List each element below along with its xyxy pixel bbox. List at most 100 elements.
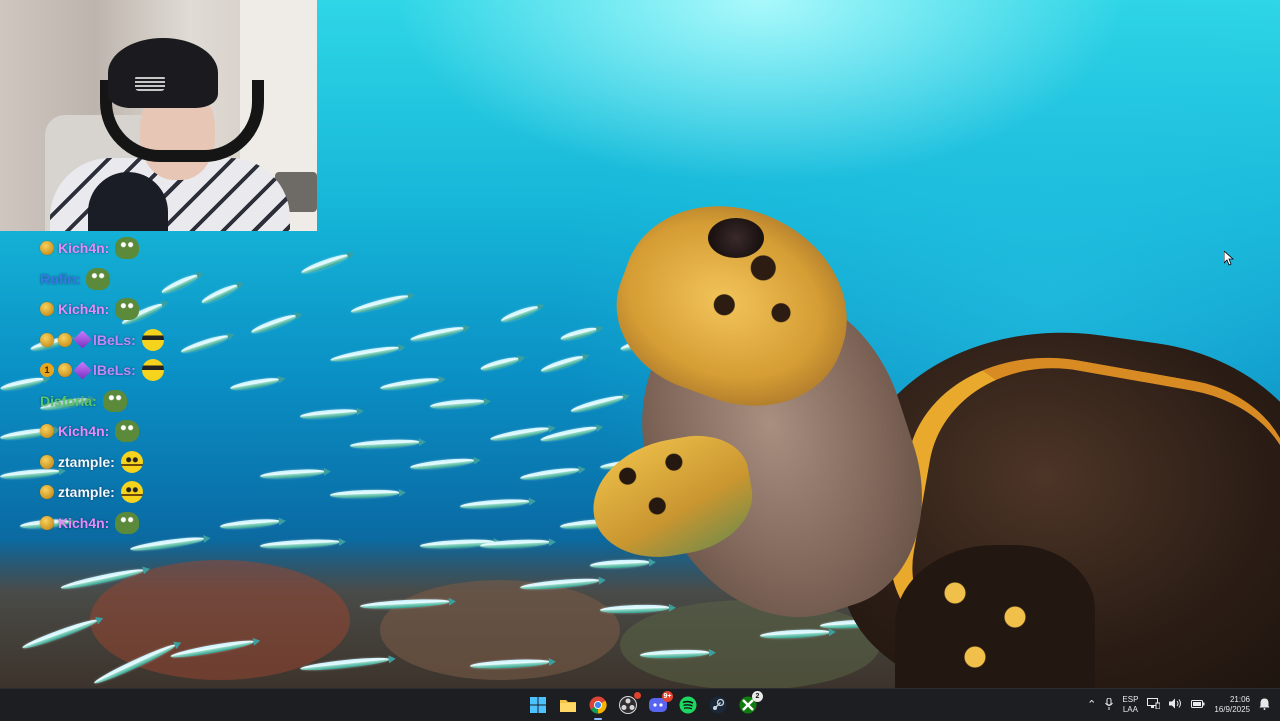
sunglasses-emote-icon	[141, 359, 164, 382]
windows-logo-icon	[530, 697, 546, 713]
notification-bell-icon[interactable]	[1259, 698, 1270, 713]
frog-emote-icon	[102, 389, 127, 412]
chat-username: Kich4n:	[58, 514, 110, 531]
gold-badge-icon	[40, 515, 54, 530]
fish	[569, 393, 626, 415]
fish	[429, 397, 486, 411]
chevron-up-icon[interactable]: ⌃	[1087, 699, 1096, 711]
coral	[620, 600, 880, 688]
keyboard-layout: LAA	[1122, 705, 1138, 714]
chat-username: lBeLs:	[93, 362, 136, 379]
fish	[0, 375, 46, 393]
chat-message: Kich4n:	[40, 416, 260, 447]
fish	[459, 497, 531, 511]
chat-username: Kich4n:	[58, 301, 110, 318]
turtle-eye	[708, 218, 764, 258]
taskbar-apps: 9+ 2	[526, 691, 763, 720]
chat-username: Disforia:	[40, 392, 97, 409]
fish	[329, 488, 401, 500]
frog-emote-icon	[115, 511, 140, 534]
language-code: ESP	[1122, 695, 1139, 704]
battery-icon[interactable]	[1191, 699, 1205, 712]
fish	[409, 324, 466, 344]
chat-username: ztample:	[58, 484, 115, 501]
steam-icon	[709, 696, 727, 714]
webcam-overlay	[0, 0, 317, 231]
face-emote-icon	[120, 450, 143, 473]
chat-username: ztample:	[58, 453, 115, 470]
steam-button[interactable]	[706, 694, 730, 716]
fish	[499, 303, 541, 325]
microphone-icon[interactable]	[1105, 697, 1114, 713]
fish	[300, 251, 350, 277]
stream-chat-overlay: Kich4n: Rofin: Kich4n: lBeLs: 1 lBeLs: Disfori…	[40, 233, 260, 538]
chat-username: Kich4n:	[58, 240, 110, 257]
folder-icon	[560, 699, 576, 712]
fish	[299, 407, 359, 421]
obs-recording-badge	[634, 692, 641, 699]
chat-message: ztample:	[40, 447, 260, 478]
discord-button[interactable]: 9+	[646, 691, 673, 716]
frog-emote-icon	[115, 420, 140, 443]
clock-date: 16/9/2025	[1214, 705, 1250, 714]
rank-badge-icon: 1	[40, 363, 54, 378]
fish	[479, 354, 521, 374]
file-explorer-button[interactable]	[556, 694, 580, 716]
gold-badge-icon	[58, 332, 72, 347]
gold-badge-icon	[40, 424, 54, 439]
network-icon[interactable]	[1147, 698, 1161, 712]
obs-icon	[619, 696, 637, 714]
system-tray: ⌃ ESP LAA 21:06 16/9/2025	[1087, 689, 1280, 721]
spotify-button[interactable]	[676, 694, 700, 716]
chat-message: Disforia:	[40, 386, 260, 417]
gold-badge-icon	[40, 454, 54, 469]
discord-notification-badge: 9+	[662, 691, 673, 702]
spotify-icon	[679, 696, 697, 714]
fish	[539, 353, 586, 375]
fish	[259, 467, 326, 481]
chat-message: Kich4n:	[40, 294, 260, 325]
xbox-button[interactable]: 2	[736, 691, 763, 716]
chat-username: Rofin:	[40, 270, 81, 287]
fish	[349, 438, 421, 450]
beanie-hat	[108, 38, 218, 108]
turtle-rear-flipper	[895, 545, 1095, 688]
fish	[379, 375, 441, 393]
beanie-logo	[135, 75, 165, 91]
chat-message: lBeLs:	[40, 325, 260, 356]
frog-emote-icon	[115, 298, 140, 321]
frog-emote-icon	[86, 267, 111, 290]
fish	[409, 456, 476, 472]
fish	[519, 465, 581, 483]
input-language[interactable]: ESP LAA	[1122, 695, 1138, 715]
xbox-notification-badge: 2	[752, 691, 763, 702]
volume-icon[interactable]	[1169, 698, 1182, 712]
chat-message: 1 lBeLs:	[40, 355, 260, 386]
chat-username: lBeLs:	[93, 331, 136, 348]
chat-username: Kich4n:	[58, 423, 110, 440]
gold-badge-icon	[40, 332, 54, 347]
chat-message: Rofin:	[40, 264, 260, 295]
gold-badge-icon	[40, 485, 54, 500]
fish	[349, 292, 411, 316]
frog-emote-icon	[115, 237, 140, 260]
sunglasses-emote-icon	[141, 328, 164, 351]
taskbar: 9+ 2 ⌃ ESP LAA 21:06 16/9/2025	[0, 688, 1280, 721]
gold-badge-icon	[40, 302, 54, 317]
start-button[interactable]	[526, 694, 550, 716]
clock[interactable]: 21:06 16/9/2025	[1214, 695, 1250, 715]
chat-message: Kich4n:	[40, 233, 260, 264]
gold-badge-icon	[40, 241, 54, 256]
chat-message: ztample:	[40, 477, 260, 508]
obs-button[interactable]	[616, 692, 641, 716]
chrome-button[interactable]	[586, 694, 610, 720]
gold-badge-icon	[58, 363, 72, 378]
clock-time: 21:06	[1229, 695, 1250, 704]
sub-badge-icon	[73, 361, 92, 380]
fish	[329, 343, 401, 365]
sub-badge-icon	[73, 330, 92, 349]
chrome-icon	[589, 696, 607, 714]
face-emote-icon	[120, 481, 143, 504]
chat-message: Kich4n:	[40, 508, 260, 539]
fish	[559, 325, 599, 343]
